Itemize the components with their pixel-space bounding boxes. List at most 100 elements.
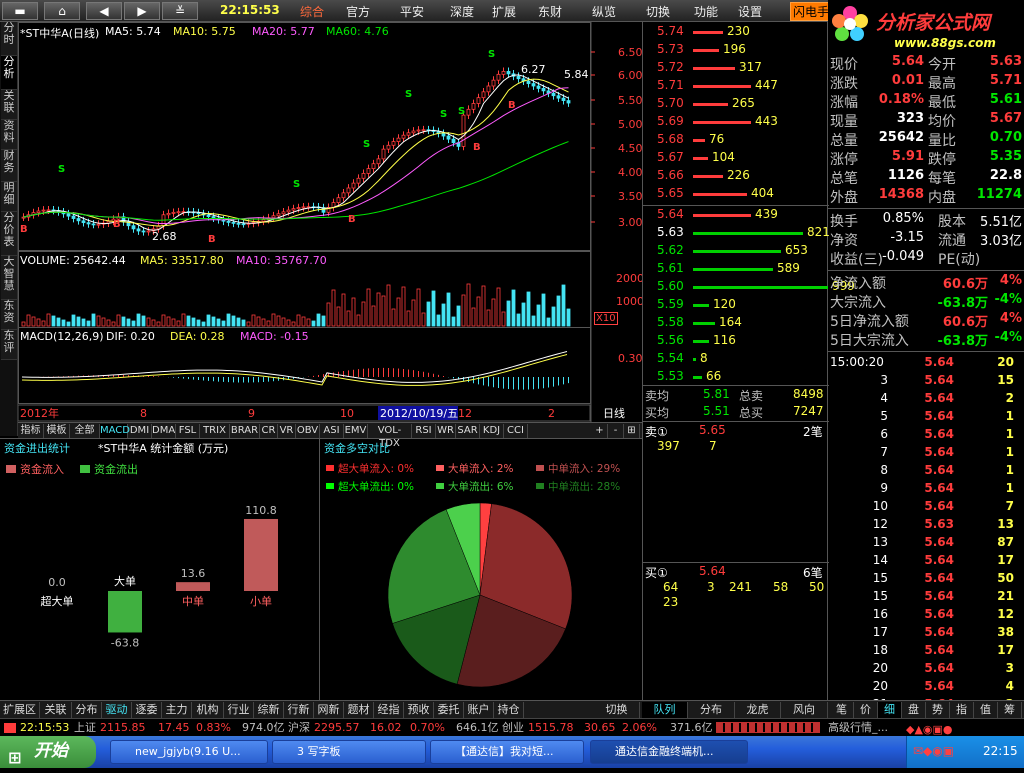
indicator-tab-brar[interactable]: BRAR [230, 424, 260, 438]
menu-zonglan[interactable]: 纵览 [592, 3, 616, 20]
left-tab-8[interactable]: 东资 [1, 300, 17, 330]
bid-summary-separator [643, 385, 829, 386]
indicator-tab-dma[interactable]: DMA [152, 424, 176, 438]
indicator-tab-obv[interactable]: OBV [296, 424, 320, 438]
bottom-tab-5[interactable]: 主力 [162, 702, 192, 718]
left-tab-4[interactable]: 财务 [1, 150, 17, 182]
left-tab-5[interactable]: 明细 [1, 182, 17, 212]
flash-trade-button[interactable]: 闪电手 [790, 2, 833, 21]
start-button[interactable]: ⊞ 开始 [0, 736, 96, 768]
left-tab-2[interactable]: 关联 [1, 90, 17, 120]
bottom-tab-14[interactable]: 委托 [434, 702, 464, 718]
ask-vol-1: 196 [723, 42, 746, 56]
bottom-tab-10[interactable]: 网新 [314, 702, 344, 718]
indicator-tab-asi[interactable]: ASI [320, 424, 344, 438]
volume-bar [146, 317, 151, 327]
task-wordpad[interactable]: 3 写字板 [272, 740, 426, 764]
bottom-tab-7[interactable]: 行业 [224, 702, 254, 718]
right-tab-3[interactable]: 盘 [902, 702, 926, 718]
bottom-tab-4[interactable]: 逐委 [132, 702, 162, 718]
bottom-tab-13[interactable]: 预收 [404, 702, 434, 718]
bottom-tab-12[interactable]: 经指 [374, 702, 404, 718]
indicator-tab-cci[interactable]: CCI [504, 424, 528, 438]
tick-time-14: 16 [872, 607, 888, 621]
indicator-tab-dmi[interactable]: DMI [128, 424, 152, 438]
quote-value-2a: 0.18% [878, 92, 924, 107]
indicator-tab-vr[interactable]: VR [278, 424, 296, 438]
right-tab-2[interactable]: 细 [878, 702, 902, 718]
indicator-tab-emv[interactable]: EMV [344, 424, 368, 438]
bottom-tab-3[interactable]: 驱动 [102, 702, 132, 718]
right-tab-4[interactable]: 势 [926, 702, 950, 718]
bottom-tab-16[interactable]: 持仓 [494, 702, 524, 718]
orderbook-tab-1[interactable]: 分布 [689, 702, 735, 718]
task-tdx-1[interactable]: 【通达信】我对短... [430, 740, 584, 764]
bottom-tab-9[interactable]: 行新 [284, 702, 314, 718]
home-icon-button[interactable]: ⌂ [44, 2, 80, 20]
left-tab-6[interactable]: 分价表 [1, 212, 17, 256]
bottom-tab-15[interactable]: 账户 [464, 702, 494, 718]
right-tab-1[interactable]: 价 [854, 702, 878, 718]
bottom-tab-1[interactable]: 关联 [40, 702, 72, 718]
indicator-tab-cr[interactable]: CR [260, 424, 278, 438]
status-right-text[interactable]: 高级行情_... [828, 719, 888, 736]
switch-button[interactable]: 切换 [594, 702, 640, 718]
buy1-vol-3: 58 [773, 580, 789, 594]
bottom-tab-11[interactable]: 题材 [344, 702, 374, 718]
indicator-btn-0[interactable]: + [592, 424, 608, 438]
bid-price-7: 5.56 [657, 333, 684, 347]
right-tab-5[interactable]: 指 [950, 702, 974, 718]
menu-shendu[interactable]: 深度 [450, 3, 474, 20]
orderbook-tab-2[interactable]: 龙虎 [735, 702, 781, 718]
right-tab-0[interactable]: 笔 [830, 702, 854, 718]
indicator-tab-sar[interactable]: SAR [456, 424, 480, 438]
indicator-tab-全部[interactable]: 全部 [70, 424, 100, 438]
menu-dongcai[interactable]: 东财 [538, 3, 562, 20]
fund-panel-subtitle: *ST中华A 统计金额 (万元) [98, 442, 229, 455]
bottom-tab-8[interactable]: 综新 [254, 702, 284, 718]
indicator-tab-kdj[interactable]: KDJ [480, 424, 504, 438]
menu-zonghe[interactable]: 综合 [300, 3, 324, 20]
back-icon-button[interactable]: ◀ [86, 2, 122, 20]
indicator-tab-rsi[interactable]: RSI [412, 424, 436, 438]
bottom-tab-2[interactable]: 分布 [72, 702, 102, 718]
sell1-vol-1: 7 [709, 439, 717, 453]
indicator-tab-指标[interactable]: 指标 [18, 424, 44, 438]
indicator-tab-vol-tdx[interactable]: VOL-TDX [368, 424, 412, 449]
candle-body [96, 223, 101, 226]
orderbook-tab-0[interactable]: 队列 [642, 702, 688, 718]
kline-chart[interactable]: 6.506.005.505.004.504.003.503.0020000100… [17, 22, 651, 422]
menu-qiehuan[interactable]: 切换 [646, 3, 670, 20]
left-tab-3[interactable]: 资料 [1, 120, 17, 150]
indicator-tab-trix[interactable]: TRIX [200, 424, 230, 438]
menu-guanfang[interactable]: 官方 [346, 3, 370, 20]
right-tab-7[interactable]: 筹 [998, 702, 1022, 718]
left-tab-7[interactable]: 大智慧 [1, 256, 17, 300]
forward-icon-button[interactable]: ▶ [124, 2, 160, 20]
menu-icon-button[interactable]: ▬ [2, 2, 38, 20]
bottom-tab-6[interactable]: 机构 [192, 702, 224, 718]
menu-shezhi[interactable]: 设置 [738, 3, 762, 20]
indicator-tab-模板[interactable]: 模板 [44, 424, 70, 438]
indicator-tab-fsl[interactable]: FSL [176, 424, 200, 438]
right-tab-6[interactable]: 值 [974, 702, 998, 718]
menu-kuozhan[interactable]: 扩展 [492, 3, 516, 20]
indicator-btn-2[interactable]: ⊞ [624, 424, 640, 438]
indicator-tab-macd[interactable]: MACD [100, 424, 130, 438]
collapse-icon-button[interactable]: ≚ [162, 2, 198, 20]
left-tab-9[interactable]: 东评 [1, 330, 17, 360]
left-tab-1[interactable]: 分析 [1, 56, 17, 90]
main-chart-area[interactable]: 6.506.005.505.004.504.003.503.0020000100… [17, 22, 651, 422]
tick-time-18: 20 [872, 679, 888, 693]
indicator-btn-1[interactable]: - [608, 424, 624, 438]
menu-gongneng[interactable]: 功能 [694, 3, 718, 20]
indicator-tab-wr[interactable]: WR [436, 424, 456, 438]
orderbook-tab-3[interactable]: 风向 [782, 702, 828, 718]
period-label[interactable]: 日线 [603, 405, 625, 421]
left-tab-0[interactable]: 分时 [1, 22, 17, 56]
menu-pingan[interactable]: 平安 [400, 3, 424, 20]
volume-bar [306, 318, 311, 327]
bottom-tab-0[interactable]: 扩展区 [0, 702, 40, 718]
task-folder[interactable]: new_jgjyb(9.16 U... [110, 740, 268, 764]
task-tdx-2[interactable]: 通达信金融终端机... [590, 740, 748, 764]
